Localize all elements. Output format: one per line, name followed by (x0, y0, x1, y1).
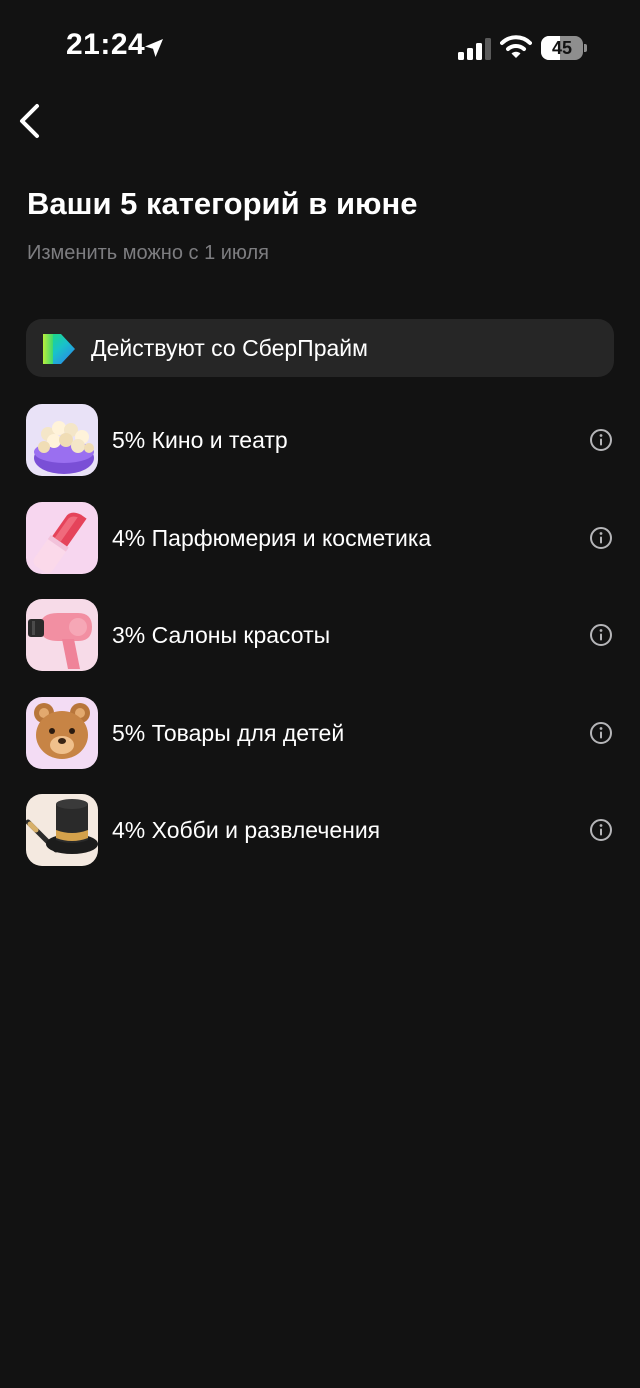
info-circle-icon[interactable] (589, 428, 613, 452)
top-hat-icon (26, 794, 98, 867)
category-item-hobby[interactable]: 4% Хобби и развлечения (0, 790, 640, 888)
category-item-perfume[interactable]: 4% Парфюмерия и косметика (0, 498, 640, 596)
battery-level: 45 (551, 38, 573, 58)
wifi-icon (500, 35, 532, 58)
battery-body: 45 (541, 36, 583, 60)
category-list: 5% Кино и театр 4% Парфюмерия и косметик… (0, 400, 640, 888)
category-item-beauty-salons[interactable]: 3% Салоны красоты (0, 595, 640, 693)
category-label: 5% Товары для детей (112, 719, 345, 746)
sberprime-banner-text: Действуют со СберПрайм (91, 335, 368, 361)
status-time: 21:24 (66, 28, 146, 61)
cellular-signal-icon (458, 38, 491, 60)
sberprime-banner[interactable]: Действуют со СберПрайм (26, 319, 614, 377)
category-label: 4% Парфюмерия и косметика (112, 524, 432, 551)
sberprime-logo (43, 334, 75, 364)
category-item-kids-goods[interactable]: 5% Товары для детей (0, 693, 640, 791)
info-circle-icon[interactable] (589, 721, 613, 745)
category-label: 4% Хобби и развлечения (112, 817, 381, 844)
category-label: 3% Салоны красоты (112, 622, 331, 649)
back-button[interactable] (10, 96, 60, 146)
location-arrow-icon (145, 39, 163, 57)
lipstick-icon (26, 501, 98, 574)
popcorn-icon (26, 404, 98, 476)
teddy-bear-icon (26, 696, 98, 769)
page-title: Ваши 5 категорий в июне (27, 186, 418, 221)
info-circle-icon[interactable] (589, 623, 613, 647)
chevron-left-icon (20, 104, 39, 138)
hair-dryer-icon (26, 599, 98, 672)
status-bar: 21:24 45 (0, 0, 640, 96)
category-item-cinema[interactable]: 5% Кино и театр (0, 400, 640, 498)
battery-cap (584, 44, 587, 52)
info-circle-icon[interactable] (589, 818, 613, 842)
page-subtitle: Изменить можно с 1 июля (27, 242, 269, 264)
info-circle-icon[interactable] (589, 526, 613, 550)
battery-icon: 45 (541, 36, 587, 60)
category-label: 5% Кино и театр (112, 427, 288, 453)
